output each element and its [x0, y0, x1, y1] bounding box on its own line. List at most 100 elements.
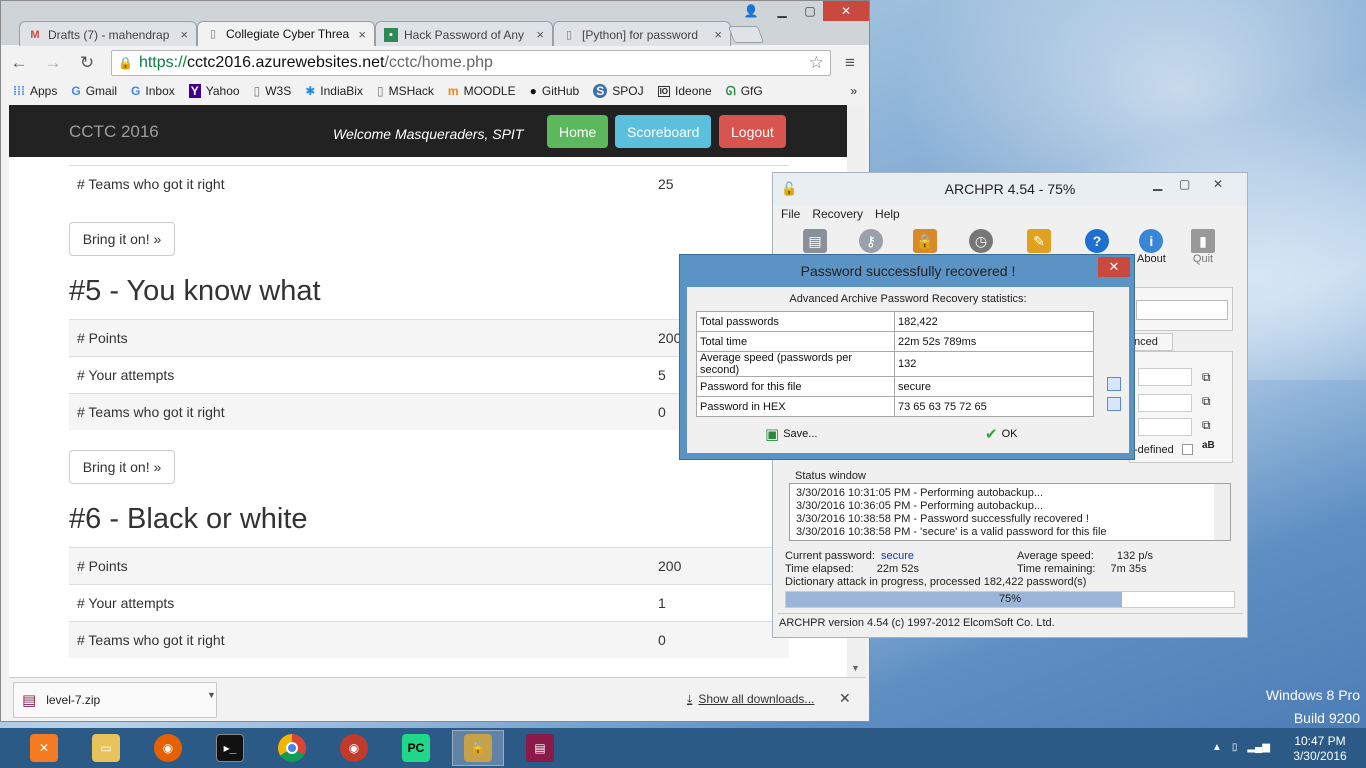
profile-icon[interactable]: 👤 [739, 1, 763, 21]
download-item[interactable]: ▤ level-7.zip [13, 682, 217, 718]
bookmark-spoj[interactable]: S SPOJ [593, 84, 644, 98]
close-icon[interactable]: × [358, 27, 366, 42]
taskbar-xampp[interactable]: ✕ [18, 730, 70, 766]
bookmark-moodle[interactable]: m MOODLE [448, 84, 516, 98]
network-icon[interactable]: ▯ [1232, 742, 1238, 753]
back-icon[interactable]: ← [9, 53, 29, 73]
quit-button[interactable]: ▮ Quit [1191, 229, 1215, 265]
close-window-button[interactable]: ✕ [823, 1, 869, 21]
bookmark-apps[interactable]: ⁞⁞⁞ Apps [13, 84, 57, 98]
statistics-table: Total passwords 182,422 Total time 22m 52s… [696, 311, 1094, 417]
help-icon: ? [1085, 229, 1109, 253]
reload-icon[interactable]: ↻ [77, 53, 97, 73]
bookmark-label: Ideone [675, 84, 712, 98]
save-button[interactable]: ▣ Save... [765, 425, 817, 443]
site-brand[interactable]: CCTC 2016 [69, 122, 159, 142]
bookmark-github[interactable]: ● GitHub [530, 84, 580, 98]
ok-button[interactable]: ✔ OK [985, 425, 1017, 443]
menu-recovery[interactable]: Recovery [812, 207, 863, 221]
copy-hex-icon[interactable] [1107, 397, 1121, 411]
taskbar-file-explorer[interactable]: ▭ [80, 730, 132, 766]
row-label: # Teams who got it right [77, 176, 225, 192]
url-path: /cctc/home.php [384, 54, 493, 71]
bookmark-w3s[interactable]: ▯ W3S [254, 84, 292, 98]
open-button[interactable]: ▤ [803, 229, 827, 253]
benchmark-button[interactable]: ◷ [969, 229, 993, 253]
bookmark-indiabix[interactable]: ✱ IndiaBix [305, 84, 363, 98]
chrome-menu-icon[interactable]: ≡ [845, 53, 855, 73]
tab-hack-password[interactable]: ▪ Hack Password of Any × [375, 21, 553, 47]
tray-overflow-icon[interactable]: ▲ [1212, 742, 1222, 753]
show-all-downloads-link[interactable]: ⤓ Show all downloads... [687, 692, 814, 707]
option-field[interactable] [1138, 368, 1192, 386]
signal-icon[interactable]: ▂▄▆ [1247, 742, 1269, 753]
tab-title: Hack Password of Any [404, 27, 525, 42]
close-icon[interactable]: ✕ [839, 690, 851, 707]
stop-button[interactable]: 🔒 [913, 229, 937, 253]
home-button[interactable]: Home [547, 115, 609, 148]
status-log[interactable]: 3/30/2016 10:31:05 PM - Performing autob… [789, 483, 1231, 541]
dialog-close-button[interactable]: ✕ [1098, 257, 1130, 277]
upgrade-button[interactable]: ✎ [1027, 229, 1051, 253]
chrome-toolbar: ← → ↻ 🔒 https://cctc2016.azurewebsites.n… [1, 46, 869, 80]
menu-file[interactable]: File [781, 207, 800, 221]
minimize-button[interactable]: ▁ [769, 1, 795, 21]
taskbar-firefox-dev[interactable]: ◉ [328, 730, 380, 766]
archpr-encrypted-file-panel [1129, 287, 1233, 331]
bookmark-star-icon[interactable]: ☆ [809, 53, 824, 73]
bring-it-on-button[interactable]: Bring it on! » [69, 222, 175, 256]
taskbar-clock[interactable]: 10:47 PM 3/30/2016 [1280, 734, 1360, 764]
new-tab-button[interactable] [727, 26, 765, 43]
bookmark-ideone[interactable]: IO Ideone [657, 84, 712, 98]
start-button[interactable]: ⚷ [859, 229, 883, 253]
address-bar[interactable]: 🔒 https://cctc2016.azurewebsites.net/cct… [111, 50, 831, 76]
taskbar-firefox[interactable]: ◉ [142, 730, 194, 766]
maximize-button[interactable]: ▢ [797, 1, 823, 21]
menu-help[interactable]: Help [875, 207, 900, 221]
charset-ab-icon[interactable]: aB [1202, 440, 1215, 451]
charset-icon[interactable]: ⧉ [1202, 394, 1211, 409]
taskbar-winrar[interactable]: ▤ [514, 730, 566, 766]
bookmark-inbox[interactable]: G Inbox [131, 84, 175, 98]
bookmarks-overflow-icon[interactable]: » [850, 84, 857, 98]
copy-password-icon[interactable] [1107, 377, 1121, 391]
help-button[interactable]: ? [1085, 229, 1109, 253]
taskbar-pycharm[interactable]: PC [390, 730, 442, 766]
bookmark-mshack[interactable]: ▯ MSHack [377, 84, 434, 98]
close-icon[interactable]: × [714, 27, 722, 42]
user-defined-checkbox[interactable] [1182, 444, 1193, 455]
tab-strip: M Drafts (7) - mahendrap × ▯ Collegiate … [1, 1, 869, 47]
tab-advanced[interactable]: nced [1129, 333, 1173, 351]
xampp-icon: ✕ [30, 734, 58, 762]
maximize-button[interactable]: ▢ [1179, 177, 1190, 191]
logout-button[interactable]: Logout [719, 115, 786, 148]
encrypted-file-field[interactable] [1136, 300, 1228, 320]
bookmark-gmail[interactable]: G Gmail [71, 84, 117, 98]
tab-cctc[interactable]: ▯ Collegiate Cyber Threa × [197, 21, 375, 46]
chevron-down-icon[interactable]: ▼ [207, 690, 216, 700]
tab-python-password[interactable]: ▯ [Python] for password × [553, 21, 731, 47]
bring-it-on-button[interactable]: Bring it on! » [69, 450, 175, 484]
charset-icon[interactable]: ⧉ [1202, 418, 1211, 433]
close-icon[interactable]: × [536, 27, 544, 42]
taskbar-cmd[interactable]: ▸_ [204, 730, 256, 766]
lock-icon: 🔒 [913, 229, 937, 253]
forward-icon[interactable]: → [43, 53, 63, 73]
option-field[interactable] [1138, 394, 1192, 412]
taskbar-archpr[interactable]: 🔓 [452, 730, 504, 766]
bookmark-gfg[interactable]: ᘏ GfG [726, 84, 763, 99]
scroll-down-icon[interactable]: ▼ [851, 663, 860, 673]
close-icon[interactable]: × [180, 27, 188, 42]
log-scrollbar[interactable] [1214, 484, 1230, 540]
tab-gmail-drafts[interactable]: M Drafts (7) - mahendrap × [19, 21, 197, 47]
close-window-button[interactable]: ✕ [1213, 177, 1223, 191]
minimize-button[interactable]: ▁ [1153, 177, 1162, 191]
taskbar-chrome[interactable] [266, 730, 318, 766]
winrar-icon: ▤ [526, 734, 554, 762]
tools-icon: ✎ [1027, 229, 1051, 253]
scoreboard-button[interactable]: Scoreboard [615, 115, 712, 148]
charset-icon[interactable]: ⧉ [1202, 370, 1211, 385]
bookmark-yahoo[interactable]: Y Yahoo [188, 84, 240, 98]
option-field[interactable] [1138, 418, 1192, 436]
about-button[interactable]: i About [1137, 229, 1166, 265]
